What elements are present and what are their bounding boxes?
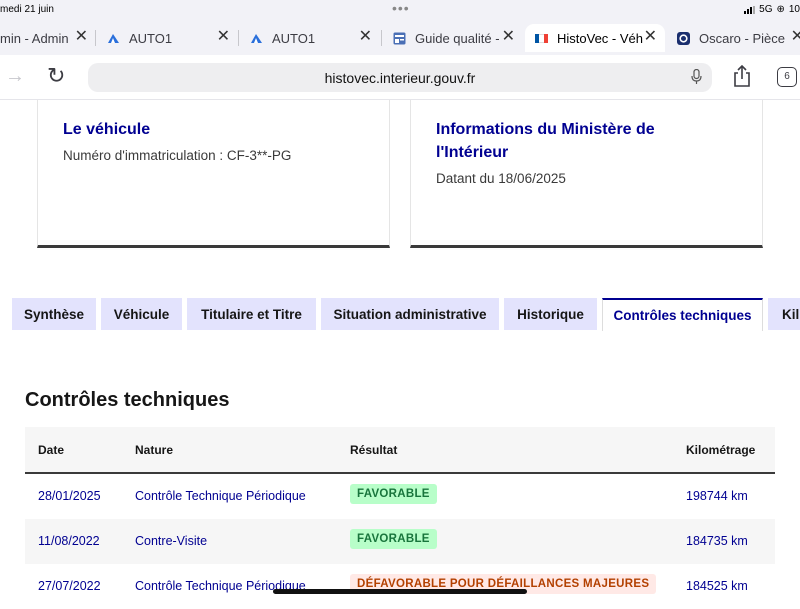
table-row: 11/08/2022 Contre-Visite FAVORABLE 18473… [25,519,775,564]
reload-icon[interactable]: ↻ [47,63,65,89]
status-date: medi 21 juin [0,4,54,15]
browser-tab-oscaro[interactable]: Oscaro - Pièce ✕ [677,24,800,52]
browser-tab-histovec[interactable]: HistoVec - Véh ✕ [525,24,665,52]
page-title: Contrôles techniques [25,389,230,411]
signal-icon [744,5,756,14]
cell-nature: Contre-Visite [135,534,208,548]
tab-titulaire[interactable]: Titulaire et Titre [187,298,316,330]
tab-vehicule[interactable]: Véhicule [101,298,182,330]
url-text: histovec.interieur.gouv.fr [324,70,476,86]
tab-kilometrage[interactable]: Kil [768,298,800,330]
network-label: 5G [759,4,773,15]
oscaro-icon [677,31,690,45]
close-icon[interactable]: ✕ [644,29,657,45]
alarm-icon: ⊕ [776,4,785,15]
tab-controles-techniques[interactable]: Contrôles techniques [602,298,763,331]
cell-date: 11/08/2022 [38,534,100,548]
result-badge: FAVORABLE [350,529,437,549]
cell-nature: Contrôle Technique Périodique [135,489,306,503]
header-result: Résultat [350,443,398,457]
cell-km: 198744 km [686,489,748,503]
tab-separator [381,30,382,46]
header-nature: Nature [135,443,174,457]
result-badge: FAVORABLE [350,484,437,504]
auto1-icon [107,32,120,45]
browser-tab-guide-qualite[interactable]: Guide qualité - ✕ [393,24,515,52]
status-indicators: 5G ⊕ 10 [744,4,800,15]
plate-number-text: Numéro d'immatriculation : CF-3**-PG [63,148,292,163]
cell-km: 184735 km [686,534,748,548]
tab-separator [238,30,239,46]
cell-date: 27/07/2022 [38,579,101,593]
tab-synthese[interactable]: Synthèse [12,298,96,330]
close-icon[interactable]: ✕ [502,29,515,45]
tab-historique[interactable]: Historique [504,298,597,330]
ministry-card: Informations du Ministère de l'Intérieur… [410,100,763,248]
close-icon[interactable]: ✕ [359,29,372,45]
multitasking-dots-icon[interactable]: ••• [392,0,410,16]
url-field[interactable]: histovec.interieur.gouv.fr [88,63,712,92]
inspections-table: Date Nature Résultat Kilométrage 28/01/2… [25,427,775,609]
table-row: 28/01/2025 Contrôle Technique Périodique… [25,474,775,519]
browser-tab-admin[interactable]: min - Admin ✕ [0,24,88,52]
home-indicator[interactable] [273,589,527,594]
close-icon[interactable]: ✕ [217,29,230,45]
tab-label: AUTO1 [272,30,316,46]
tab-label: AUTO1 [129,30,173,46]
forward-arrow-icon[interactable]: → [5,65,25,88]
header-km: Kilométrage [686,443,756,457]
tab-label: Oscaro - Pièce [699,30,785,46]
tab-separator [95,30,96,46]
close-icon[interactable]: ✕ [75,29,88,45]
table-row: 27/07/2022 Contrôle Technique Périodique… [25,564,775,609]
share-icon[interactable] [732,64,752,88]
microphone-icon[interactable] [691,69,702,85]
tab-label: HistoVec - Véh [557,30,643,46]
section-tabs: Synthèse Véhicule Titulaire et Titre Sit… [0,298,800,331]
browser-tab-strip: min - Admin ✕ AUTO1 ✕ AUTO1 ✕ Guide qual… [0,20,800,55]
tab-label: Guide qualité - [415,30,500,46]
ministry-date-text: Datant du 18/06/2025 [436,171,566,186]
browser-tab-auto1-a[interactable]: AUTO1 ✕ [107,24,230,52]
french-flag-icon [535,33,548,43]
header-date: Date [38,443,65,457]
vehicle-card: Le véhicule Numéro d'immatriculation : C… [37,100,390,248]
doc-icon [393,32,406,45]
address-toolbar: → ↻ histovec.interieur.gouv.fr 6 [0,55,800,100]
tab-overview-button[interactable]: 6 [777,67,797,87]
table-header: Date Nature Résultat Kilométrage [25,427,775,474]
browser-tab-auto1-b[interactable]: AUTO1 ✕ [250,24,372,52]
cell-date: 28/01/2025 [38,489,101,503]
vehicle-card-title: Le véhicule [63,121,151,138]
ministry-card-title-line2: l'Intérieur [436,144,509,161]
ministry-card-title-line1: Informations du Ministère de [436,121,655,138]
cell-km: 184525 km [686,579,748,593]
auto1-icon [250,32,263,45]
status-bar: medi 21 juin ••• 5G ⊕ 10 [0,0,800,20]
battery-label: 10 [788,4,800,15]
tab-situation-administrative[interactable]: Situation administrative [321,298,499,330]
tab-label: min - Admin [0,30,69,46]
close-icon[interactable]: ✕ [791,29,800,45]
